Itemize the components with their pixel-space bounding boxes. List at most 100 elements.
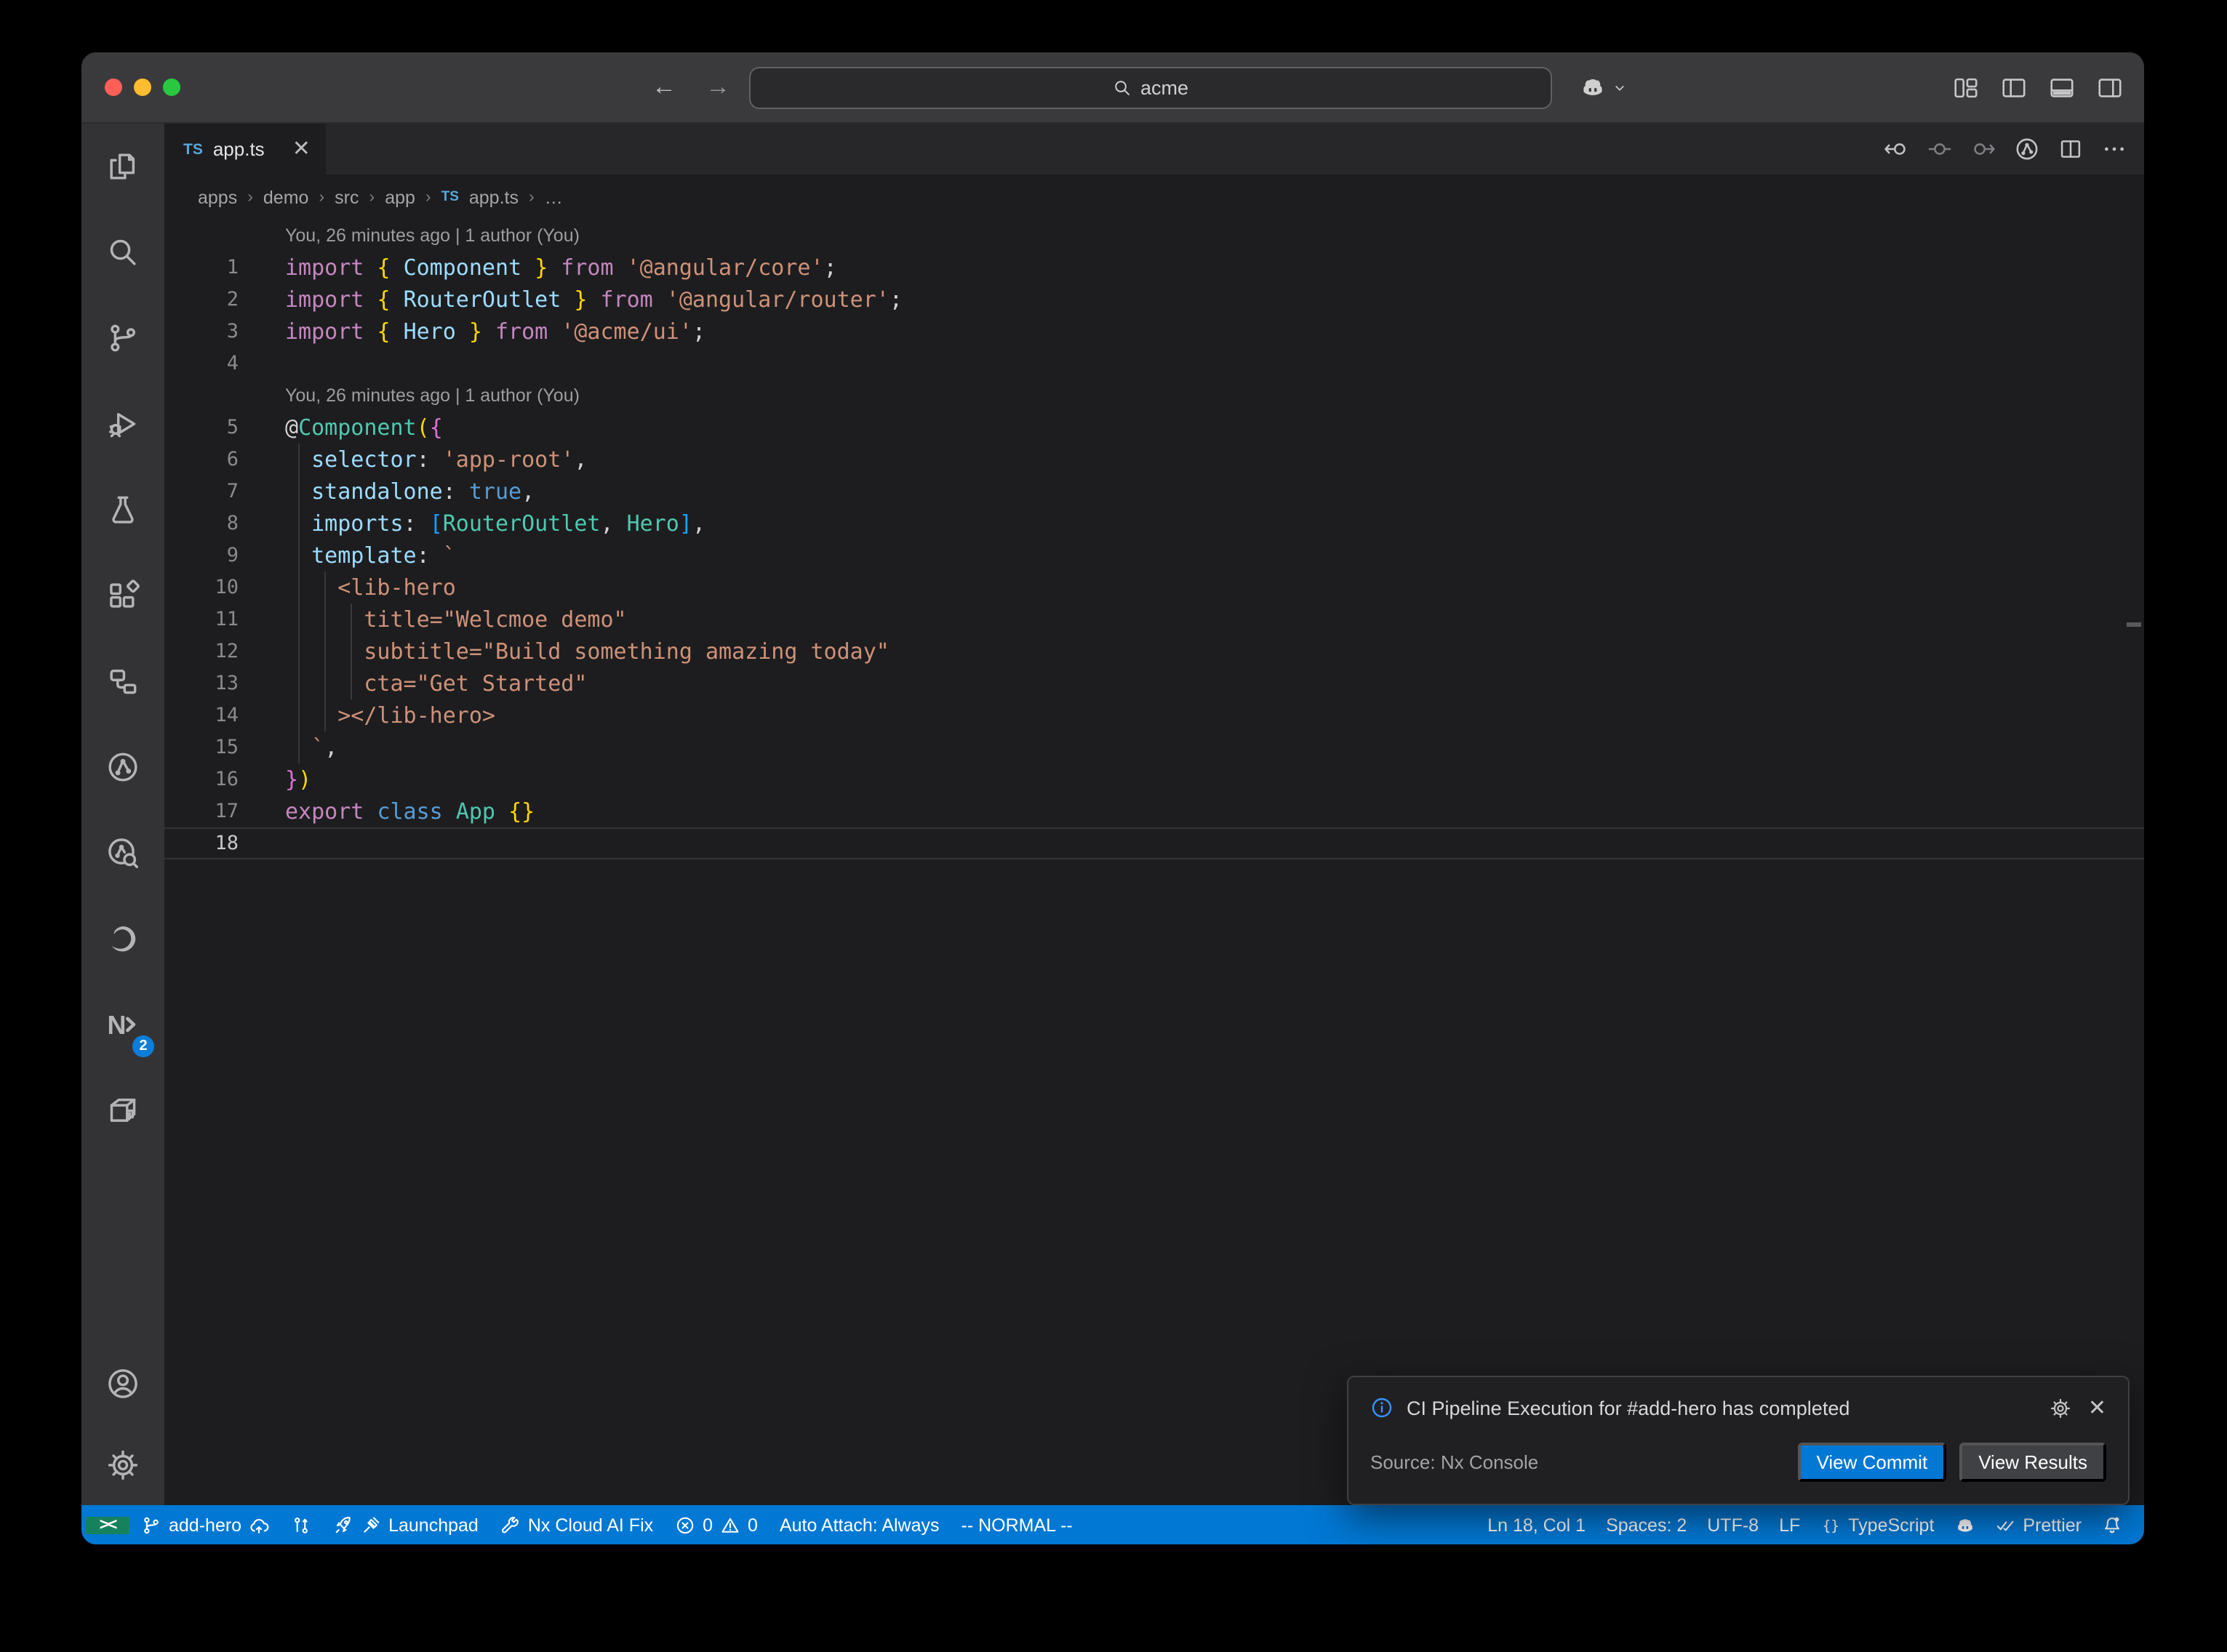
activity-item-accounts[interactable] [81,1342,164,1424]
blame-annotation[interactable]: You, 26 minutes ago | 1 author (You) [164,380,2144,412]
line-number: 16 [164,763,239,795]
more-actions-icon[interactable] [2102,137,2127,161]
breadcrumb-item-app.ts[interactable]: app.ts [469,187,519,207]
code-line-3[interactable]: 3import { Hero } from '@acme/ui'; [164,316,2144,348]
info-circle-icon [1370,1396,1394,1419]
code-line-18[interactable]: 18 [164,827,2144,859]
code-line-content: export class App {} [239,795,2144,827]
code-editor[interactable]: You, 26 minutes ago | 1 author (You)1imp… [164,220,2144,1505]
statusbar-language-mode[interactable]: {}TypeScript [1810,1505,1944,1544]
changes-icon[interactable] [1927,137,1952,161]
close-window-button[interactable] [105,79,122,96]
previous-change-icon[interactable] [1884,137,1908,161]
activity-item-search-commits[interactable] [81,810,164,896]
statusbar-vim-mode[interactable]: -- NORMAL -- [951,1505,1083,1544]
breadcrumb-item-src[interactable]: src [335,187,359,207]
code-line-content: imports: [RouterOutlet, Hero], [239,508,2144,540]
commit-graph-icon[interactable] [2015,137,2039,161]
activity-item-nx-console[interactable]: N2 [81,982,164,1067]
activity-item-run-debug[interactable] [81,381,164,467]
toggle-sidebar-right-icon[interactable] [2096,73,2124,101]
code-line-11[interactable]: 11 title="Welcmoe demo" [164,604,2144,635]
activity-item-edge-tools[interactable] [81,896,164,982]
code-line-content: title="Welcmoe demo" [239,604,2144,635]
breadcrumb-item-[interactable]: … [545,187,563,207]
statusbar-branch[interactable]: add-hero [131,1505,279,1544]
vscode-window: ← → acme N2 TS app.ts ✕ [81,52,2144,1544]
split-editor-icon[interactable] [2058,137,2083,161]
statusbar-copilot-status[interactable] [1944,1505,1985,1544]
activity-item-source-control[interactable] [81,295,164,381]
statusbar-problems[interactable]: 00 [665,1505,768,1544]
copilot-menu[interactable] [1580,52,1628,122]
container-icon [106,1094,140,1127]
statusbar-indentation[interactable]: Spaces: 2 [1596,1505,1697,1544]
code-line-2[interactable]: 2import { RouterOutlet } from '@angular/… [164,284,2144,316]
zoom-window-button[interactable] [163,79,180,96]
code-line-15[interactable]: 15 `, [164,731,2144,763]
code-line-4[interactable]: 4 [164,348,2144,380]
back-icon[interactable]: ← [652,73,676,102]
code-line-16[interactable]: 16}) [164,763,2144,795]
indent-guide [324,635,326,667]
gear-icon [106,1448,140,1481]
activity-item-extensions[interactable] [81,553,164,638]
activity-item-settings[interactable] [81,1424,164,1505]
statusbar-encoding[interactable]: UTF-8 [1697,1505,1769,1544]
customize-layout-icon[interactable] [1952,73,1980,101]
view-results-button[interactable]: View Results [1959,1443,2106,1482]
code-line-6[interactable]: 6 selector: 'app-root', [164,444,2144,476]
screen: ← → acme N2 TS app.ts ✕ [0,0,2227,1652]
code-line-8[interactable]: 8 imports: [RouterOutlet, Hero], [164,508,2144,540]
editor-actions [1884,124,2127,175]
code-line-17[interactable]: 17export class App {} [164,795,2144,827]
breadcrumb-item-apps[interactable]: apps [198,187,237,207]
minimize-window-button[interactable] [134,79,151,96]
view-commit-button[interactable]: View Commit [1798,1443,1947,1482]
breadcrumb-separator-icon: › [369,188,375,206]
statusbar-eol[interactable]: LF [1769,1505,1810,1544]
statusbar-compare-changes[interactable] [281,1505,321,1544]
code-line-12[interactable]: 12 subtitle="Build something amazing tod… [164,635,2144,667]
notification-settings-gear-icon[interactable] [2050,1397,2072,1419]
toggle-sidebar-left-icon[interactable] [2000,73,2028,101]
activity-item-search[interactable] [81,209,164,295]
line-number: 2 [164,284,239,316]
statusbar-launchpad[interactable]: Launchpad [323,1505,489,1544]
next-change-icon[interactable] [1971,137,1996,161]
statusbar-formatter[interactable]: Prettier [1985,1505,2092,1544]
tab-app-ts[interactable]: TS app.ts ✕ [164,124,327,175]
statusbar-nx-cloud-fix[interactable]: Nx Cloud AI Fix [490,1505,663,1544]
code-line-14[interactable]: 14 ></lib-hero> [164,699,2144,731]
tab-label: app.ts [213,138,265,160]
code-line-9[interactable]: 9 template: ` [164,540,2144,572]
close-tab-icon[interactable]: ✕ [292,138,311,160]
forward-icon[interactable]: → [705,73,730,102]
statusbar-remote[interactable]: >< [86,1516,129,1533]
statusbar-auto-attach[interactable]: Auto Attach: Always [769,1505,950,1544]
blame-annotation[interactable]: You, 26 minutes ago | 1 author (You) [164,220,2144,252]
indent-guide [298,540,300,572]
statusbar-notifications-bell[interactable] [2092,1505,2132,1544]
statusbar-cursor-position[interactable]: Ln 18, Col 1 [1477,1505,1596,1544]
activity-item-explorer[interactable] [81,124,164,209]
edge-icon [106,922,140,955]
breadcrumb-item-demo[interactable]: demo [263,187,309,207]
code-line-13[interactable]: 13 cta="Get Started" [164,667,2144,699]
code-line-1[interactable]: 1import { Component } from '@angular/cor… [164,252,2144,284]
activity-item-testing[interactable] [81,467,164,553]
code-line-10[interactable]: 10 <lib-hero [164,572,2144,604]
notification-close-icon[interactable]: ✕ [2088,1397,2106,1419]
activity-item-containers[interactable] [81,1067,164,1153]
activity-item-project-explorer[interactable] [81,638,164,724]
toggle-panel-icon[interactable] [2048,73,2076,101]
command-center-search[interactable]: acme [749,67,1552,109]
activity-item-commit-graph[interactable] [81,724,164,810]
indent-guide [351,604,352,635]
history-icon [106,836,140,870]
rocket-icon [333,1515,353,1535]
code-line-5[interactable]: 5@Component({ [164,412,2144,444]
breadcrumb-separator-icon: › [529,188,535,206]
breadcrumb-item-app[interactable]: app [385,187,415,207]
code-line-7[interactable]: 7 standalone: true, [164,476,2144,508]
